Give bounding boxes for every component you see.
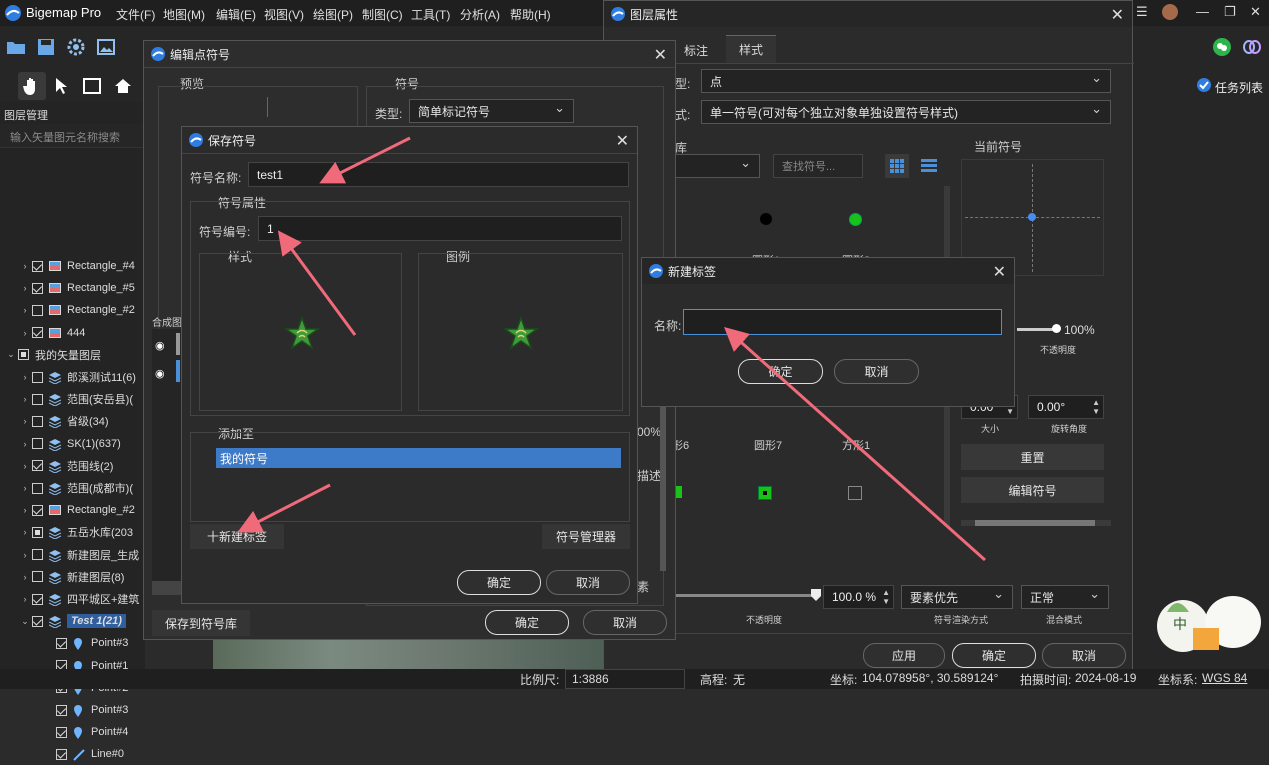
layer-name: Line#0 (91, 748, 125, 761)
layer-checkbox[interactable] (56, 748, 67, 760)
ime-widget[interactable]: 中 (1153, 590, 1265, 662)
crs-value[interactable]: WGS 84 (1202, 671, 1247, 685)
coord-value: 104.078958°, 30.589124° (862, 671, 999, 685)
elevation-label: 高程: (700, 673, 728, 687)
arrow-to-name (319, 136, 411, 184)
layer-name: Point#3 (91, 704, 129, 716)
ime-char: 中 (1173, 616, 1187, 632)
coord-label: 坐标: (830, 673, 858, 687)
layer-name: Point#4 (91, 726, 129, 739)
elevation-value: 无 (733, 673, 746, 687)
line-icon (73, 749, 85, 762)
crs-label: 坐标系: (1158, 673, 1198, 687)
arrow-to-new-tag (237, 483, 331, 533)
layer-tree-row[interactable]: Point#4 (0, 721, 145, 743)
layer-checkbox[interactable] (56, 704, 67, 716)
point-pin-icon (73, 705, 85, 717)
layer-checkbox[interactable] (56, 726, 67, 738)
date-value: 2024-08-19 (1075, 671, 1137, 685)
status-bar: 比例尺: 1:3886 高程: 无 坐标: 104.078958°, 30.58… (0, 669, 1269, 689)
layer-tree-row[interactable]: Point#3 (0, 699, 145, 721)
arrow-to-tag-name (724, 327, 986, 562)
date-label: 拍摄时间: (1020, 673, 1072, 687)
annotation-arrows (237, 136, 986, 562)
layer-tree-row[interactable]: Line#0 (0, 743, 145, 765)
scale-label: 比例尺: (520, 673, 560, 687)
arrow-to-id (277, 230, 357, 336)
scale-value: 1:3886 (572, 672, 609, 686)
scale-select[interactable]: 1:3886 (565, 669, 685, 689)
point-pin-icon (73, 727, 85, 740)
